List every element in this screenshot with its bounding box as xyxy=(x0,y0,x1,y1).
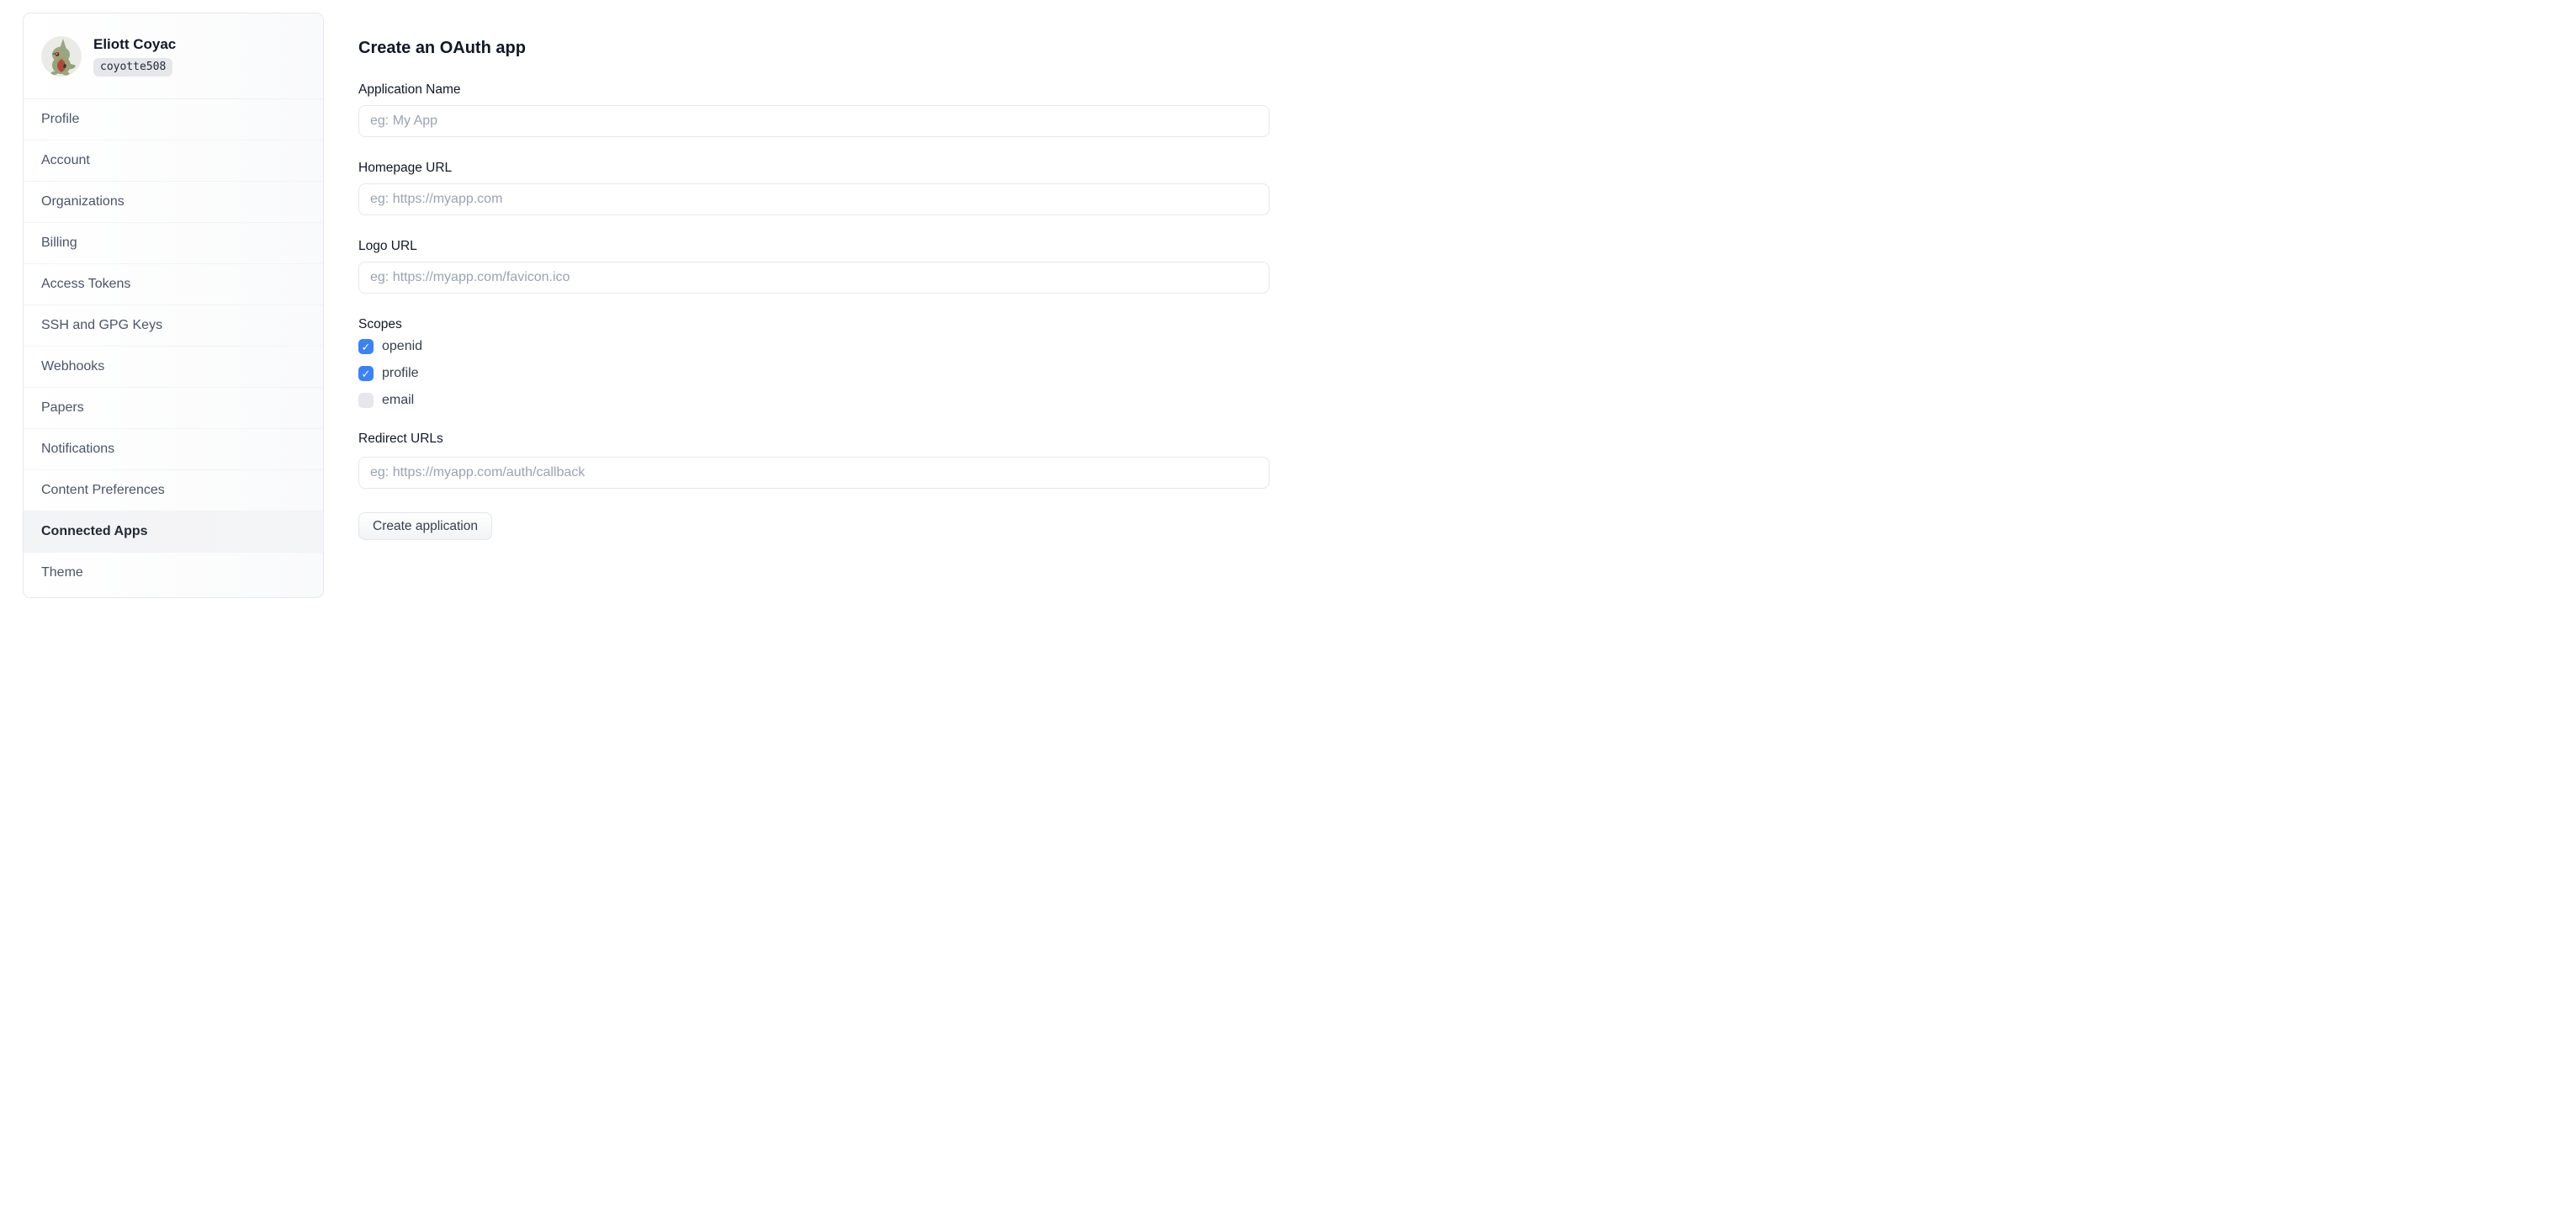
settings-sidebar: Eliott Coyac coyotte508 ProfileAccountOr… xyxy=(23,13,324,598)
scope-label-profile: profile xyxy=(382,366,419,381)
page-title: Create an OAuth app xyxy=(358,38,1269,59)
sidebar-item-papers[interactable]: Papers xyxy=(24,388,323,429)
logo-url-input[interactable] xyxy=(358,262,1269,294)
user-avatar-icon xyxy=(41,36,82,77)
sidebar-item-billing[interactable]: Billing xyxy=(24,223,323,264)
sidebar-item-account[interactable]: Account xyxy=(24,140,323,182)
sidebar-item-content-preferences[interactable]: Content Preferences xyxy=(24,470,323,511)
redirect-urls-label: Redirect URLs xyxy=(358,431,1269,447)
sidebar-item-organizations[interactable]: Organizations xyxy=(24,182,323,223)
user-header: Eliott Coyac coyotte508 xyxy=(24,13,323,99)
redirect-urls-input[interactable] xyxy=(358,457,1269,489)
scope-row-email[interactable]: email xyxy=(358,393,414,408)
sidebar-item-notifications[interactable]: Notifications xyxy=(24,429,323,470)
create-application-button[interactable]: Create application xyxy=(358,512,492,540)
homepage-url-input[interactable] xyxy=(358,183,1269,215)
sidebar-item-theme[interactable]: Theme xyxy=(24,553,323,594)
scope-label-openid: openid xyxy=(382,339,422,354)
oauth-app-form: Create an OAuth app Application Name Hom… xyxy=(358,0,1269,540)
scope-checkbox-openid[interactable]: ✓ xyxy=(358,339,374,354)
application-name-label: Application Name xyxy=(358,82,1269,98)
scope-checkbox-email[interactable] xyxy=(358,393,374,408)
sidebar-item-profile[interactable]: Profile xyxy=(24,99,323,140)
sidebar-nav: ProfileAccountOrganizationsBillingAccess… xyxy=(24,99,323,594)
user-name: Eliott Coyac xyxy=(93,36,176,53)
scopes-label: Scopes xyxy=(358,316,1269,332)
scope-row-openid[interactable]: ✓ openid xyxy=(358,339,422,354)
scope-checkbox-profile[interactable]: ✓ xyxy=(358,366,374,381)
logo-url-label: Logo URL xyxy=(358,238,1269,254)
scope-row-profile[interactable]: ✓ profile xyxy=(358,366,419,381)
homepage-url-label: Homepage URL xyxy=(358,160,1269,176)
sidebar-item-webhooks[interactable]: Webhooks xyxy=(24,347,323,388)
application-name-input[interactable] xyxy=(358,105,1269,137)
sidebar-item-access-tokens[interactable]: Access Tokens xyxy=(24,264,323,305)
settings-page: Eliott Coyac coyotte508 ProfileAccountOr… xyxy=(0,0,1288,614)
username-badge: coyotte508 xyxy=(93,58,172,77)
user-meta: Eliott Coyac coyotte508 xyxy=(93,36,176,77)
sidebar-item-ssh-and-gpg-keys[interactable]: SSH and GPG Keys xyxy=(24,305,323,347)
scope-label-email: email xyxy=(382,393,414,408)
sidebar-item-connected-apps[interactable]: Connected Apps xyxy=(24,511,323,553)
